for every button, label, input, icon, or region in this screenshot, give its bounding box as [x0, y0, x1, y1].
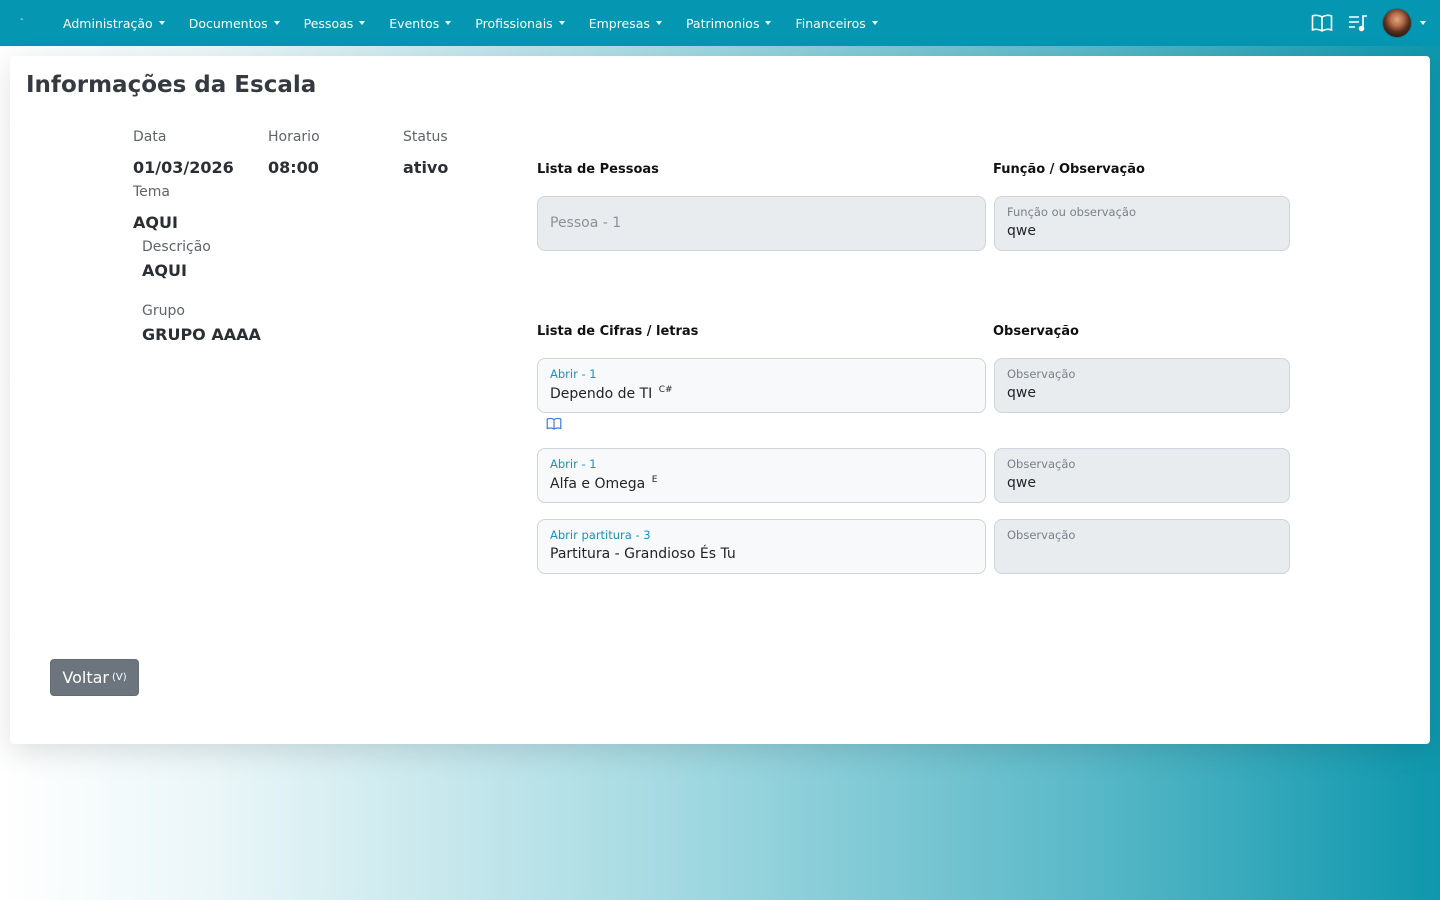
nav-item-documentos[interactable]: Documentos	[177, 16, 292, 31]
back-button-label: Voltar	[62, 668, 109, 687]
book-open-icon[interactable]	[546, 415, 562, 434]
nav-item-empresas[interactable]: Empresas	[577, 16, 674, 31]
scale-info-card: Informações da Escala Data 01/03/2026 Ho…	[10, 56, 1430, 744]
status-label: Status	[403, 129, 448, 145]
obs-field-label: Observação	[1007, 367, 1076, 381]
funcao-header: Função / Observação	[993, 162, 1145, 177]
descricao-label: Descrição	[142, 239, 211, 255]
nav-item-eventos[interactable]: Eventos	[377, 16, 463, 31]
cifra-title-text: Alfa e Omega	[550, 476, 646, 492]
cifra-obs-field-2[interactable]: Observação qwe	[994, 448, 1290, 503]
brand-logo[interactable]: -	[20, 14, 24, 25]
cifra-obs-field-1[interactable]: Observação qwe	[994, 358, 1290, 413]
caret-down-icon[interactable]	[1420, 21, 1426, 25]
user-avatar[interactable]	[1382, 8, 1412, 38]
cifra-item-2: Abrir - 1 Alfa e Omega E	[537, 448, 986, 503]
horario-value: 08:00	[268, 158, 319, 177]
person-placeholder: Pessoa - 1	[550, 215, 622, 231]
cifra-title: Partitura - Grandioso És Tu	[550, 546, 736, 562]
caret-down-icon	[273, 21, 280, 25]
open-cifra-link[interactable]: Abrir - 1	[550, 367, 597, 381]
nav-item-label: Profissionais	[475, 15, 553, 31]
open-partitura-link[interactable]: Abrir partitura - 3	[550, 528, 651, 542]
open-cifra-link[interactable]: Abrir - 1	[550, 457, 597, 471]
nav-item-label: Empresas	[588, 15, 650, 31]
cifra-title: Dependo de TI C#	[550, 385, 673, 402]
caret-down-icon	[445, 21, 452, 25]
back-button[interactable]: Voltar (V)	[50, 659, 139, 696]
caret-down-icon	[558, 21, 565, 25]
nav-item-label: Administração	[63, 15, 153, 31]
person-select-1[interactable]: Pessoa - 1	[537, 196, 986, 251]
nav-item-patrimonios[interactable]: Patrimonios	[674, 16, 784, 31]
cifra-obs-field-3[interactable]: Observação	[994, 519, 1290, 574]
caret-down-icon	[871, 21, 878, 25]
caret-down-icon	[158, 21, 165, 25]
nav-menu: Administração Documentos Pessoas Eventos…	[51, 0, 890, 46]
cifra-item-3: Abrir partitura - 3 Partitura - Grandios…	[537, 519, 986, 574]
cifra-key: C#	[658, 385, 673, 395]
cifra-title-text: Dependo de TI	[550, 386, 653, 402]
nav-item-profissionais[interactable]: Profissionais	[463, 16, 576, 31]
nav-item-label: Pessoas	[303, 15, 354, 31]
book-open-icon[interactable]	[1310, 11, 1334, 35]
obs-field-label: Observação	[1007, 457, 1076, 471]
cifra-item-1: Abrir - 1 Dependo de TI C#	[537, 358, 986, 413]
nav-item-label: Documentos	[188, 15, 268, 31]
funcao-field-value: qwe	[1007, 223, 1036, 239]
nav-item-administracao[interactable]: Administração	[51, 16, 177, 31]
cifra-key: E	[651, 475, 658, 485]
tema-label: Tema	[133, 184, 171, 200]
grupo-value: GRUPO AAAA	[142, 325, 261, 344]
page-title: Informações da Escala	[26, 72, 317, 98]
cifra-title: Alfa e Omega E	[550, 475, 657, 492]
top-navbar: - Administração Documentos Pessoas Event…	[0, 0, 1440, 46]
cifras-list-header: Lista de Cifras / letras	[537, 324, 699, 339]
grupo-label: Grupo	[142, 303, 185, 319]
status-value: ativo	[403, 158, 449, 177]
obs-field-value: qwe	[1007, 385, 1036, 401]
nav-item-pessoas[interactable]: Pessoas	[292, 16, 378, 31]
descricao-value: AQUI	[142, 261, 187, 280]
tema-value: AQUI	[133, 213, 178, 232]
obs-field-value: qwe	[1007, 475, 1036, 491]
data-label: Data	[133, 129, 167, 145]
funcao-field-label: Função ou observação	[1007, 205, 1136, 219]
horario-label: Horario	[268, 129, 320, 145]
back-shortcut-hint: (V)	[111, 672, 127, 683]
nav-item-label: Financeiros	[795, 15, 866, 31]
caret-down-icon	[359, 21, 366, 25]
nav-item-label: Patrimonios	[685, 15, 760, 31]
funcao-field-1[interactable]: Função ou observação qwe	[994, 196, 1290, 251]
music-list-icon[interactable]	[1346, 11, 1370, 35]
obs-field-label: Observação	[1007, 528, 1076, 542]
observacao-header: Observação	[993, 324, 1079, 339]
nav-item-financeiros[interactable]: Financeiros	[783, 16, 889, 31]
nav-item-label: Eventos	[389, 15, 440, 31]
data-value: 01/03/2026	[133, 158, 234, 177]
caret-down-icon	[765, 21, 772, 25]
nav-right-area	[1310, 0, 1426, 46]
pessoas-list-header: Lista de Pessoas	[537, 162, 659, 177]
caret-down-icon	[655, 21, 662, 25]
